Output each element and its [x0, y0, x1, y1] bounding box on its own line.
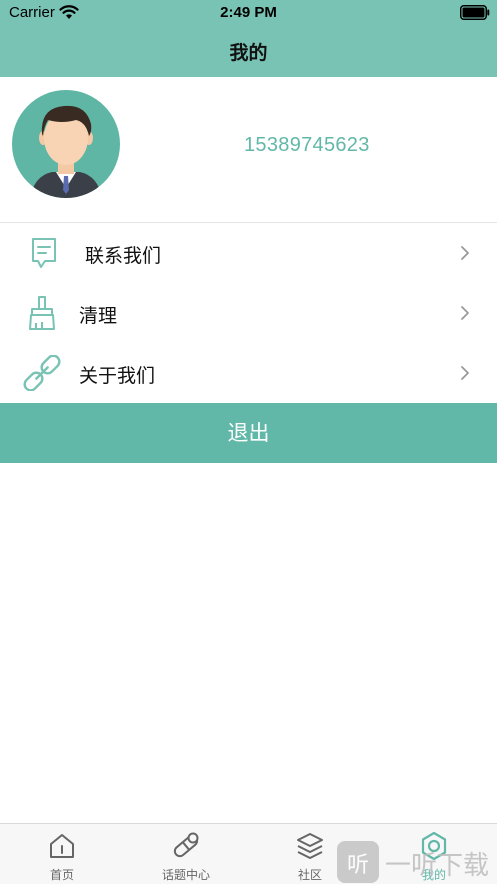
home-icon: [50, 834, 74, 858]
menu-item-label: 关于我们: [79, 365, 156, 387]
status-bar: Carrier 2:49 PM: [0, 0, 497, 26]
chevron-right-icon: [461, 246, 469, 260]
chevron-right-icon: [461, 366, 469, 380]
clock: 2:49 PM: [220, 4, 277, 21]
watermark-glyph: 听: [346, 853, 369, 878]
page-title: 我的: [229, 42, 268, 64]
menu-item-label: 清理: [79, 305, 118, 327]
tab-community[interactable]: 社区: [275, 824, 345, 884]
menu-item-about-us[interactable]: 关于我们: [0, 343, 497, 403]
tab-home[interactable]: 首页: [27, 824, 97, 884]
link-icon: [23, 355, 61, 391]
profile-section: 15389745623: [0, 77, 497, 223]
tab-topic-center[interactable]: 话题中心: [146, 824, 226, 884]
chevron-right-icon: [461, 306, 469, 320]
menu-item-cleanup[interactable]: 清理: [0, 283, 497, 343]
avatar[interactable]: [12, 90, 120, 198]
watermark: 听 一听下载: [337, 839, 497, 883]
topic-icon: [173, 832, 199, 858]
broom-icon: [29, 296, 55, 330]
menu-item-contact-us[interactable]: 联系我们: [0, 223, 497, 283]
app-header: Carrier 2:49 PM 我的: [0, 0, 497, 77]
message-icon: [32, 238, 56, 268]
battery-icon: [460, 5, 490, 20]
tab-label: 社区: [297, 868, 322, 882]
phone-number: 15389745623: [244, 134, 370, 156]
tab-label: 首页: [49, 868, 74, 882]
watermark-logo: 听: [337, 841, 379, 883]
menu-item-label: 联系我们: [85, 245, 162, 267]
layers-icon: [297, 833, 323, 859]
logout-button[interactable]: 退出: [0, 403, 497, 463]
watermark-text: 一听下载: [385, 851, 490, 881]
tab-label: 话题中心: [161, 868, 210, 882]
